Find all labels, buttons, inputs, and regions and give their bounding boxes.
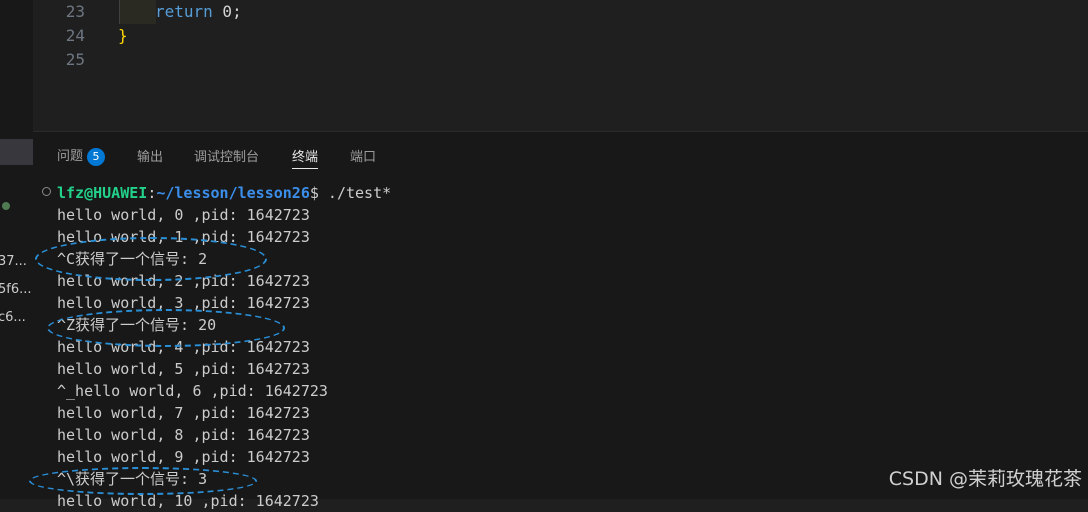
terminal-line: hello world, 3 ,pid: 1642723 <box>57 294 310 312</box>
closing-brace: } <box>118 26 128 45</box>
prompt-path: ~/lesson/lesson26 <box>156 184 310 202</box>
terminal-line: ^C获得了一个信号: 2 <box>57 250 208 268</box>
return-value: 0; <box>212 2 242 21</box>
csdn-watermark: CSDN @茉莉玫瑰花茶 <box>888 468 1082 490</box>
code-text: return 0; <box>155 0 242 24</box>
line-number: 23 <box>65 2 85 21</box>
terminal-line: hello world, 8 ,pid: 1642723 <box>57 426 310 444</box>
prompt-separator: : <box>147 184 157 202</box>
terminal-line: hello world, 1 ,pid: 1642723 <box>57 228 310 246</box>
tab-problems[interactable]: 问题 5 <box>57 145 106 166</box>
terminal-line: hello world, 9 ,pid: 1642723 <box>57 448 310 466</box>
tab-debug-console[interactable]: 调试控制台 <box>194 146 259 165</box>
terminal-prompt-line: lfz@HUAWEI:~/lesson/lesson26$ ./test* <box>57 182 391 204</box>
terminal-line: ^_hello world, 6 ,pid: 1642723 <box>57 382 328 400</box>
prompt-command: $ ./test* <box>309 184 392 202</box>
terminal-line: ^Z获得了一个信号: 20 <box>57 316 217 334</box>
terminal-line: hello world, 0 ,pid: 1642723 <box>57 206 310 224</box>
explorer-strip: 37... 5f6... c6... <box>0 0 34 499</box>
keyword-return: return <box>155 2 213 21</box>
problems-count-badge: 5 <box>87 147 106 166</box>
terminal-line: hello world, 5 ,pid: 1642723 <box>57 360 310 378</box>
code-line-25: 25 <box>33 48 1088 72</box>
line-number: 25 <box>65 50 85 69</box>
tab-terminal[interactable]: 终端 <box>292 146 319 169</box>
line-number: 24 <box>65 26 85 45</box>
terminal-line: hello world, 7 ,pid: 1642723 <box>57 404 310 422</box>
explorer-item-3[interactable]: c6... <box>0 310 26 325</box>
bottom-panel: 问题 5 输出 调试控制台 终端 端口 lfz@HUAWEI:~/lesson/l… <box>33 131 1088 510</box>
tab-problems-label: 问题 <box>57 149 84 164</box>
terminal-line: hello world, 4 ,pid: 1642723 <box>57 338 310 356</box>
explorer-item-2[interactable]: 5f6... <box>0 282 32 297</box>
explorer-selected-row[interactable] <box>0 139 33 165</box>
code-line-24: 24 } <box>33 24 1088 48</box>
indent-guide <box>119 0 156 24</box>
command-decoration-icon <box>42 187 51 196</box>
code-editor[interactable]: 23 return 0; 24 } 25 <box>33 0 1088 131</box>
panel-tabs: 问题 5 输出 调试控制台 终端 端口 <box>33 132 1088 174</box>
terminal-line: hello world, 2 ,pid: 1642723 <box>57 272 310 290</box>
terminal-line: ^\获得了一个信号: 3 <box>57 470 208 488</box>
terminal-line: hello world, 10 ,pid: 1642723 <box>57 492 319 510</box>
status-dot-icon <box>2 202 10 210</box>
tab-ports[interactable]: 端口 <box>350 146 376 165</box>
tab-output[interactable]: 输出 <box>137 146 163 165</box>
prompt-user: lfz@HUAWEI <box>57 184 148 202</box>
code-line-23: 23 return 0; <box>33 0 1088 24</box>
explorer-item-1[interactable]: 37... <box>0 254 27 269</box>
